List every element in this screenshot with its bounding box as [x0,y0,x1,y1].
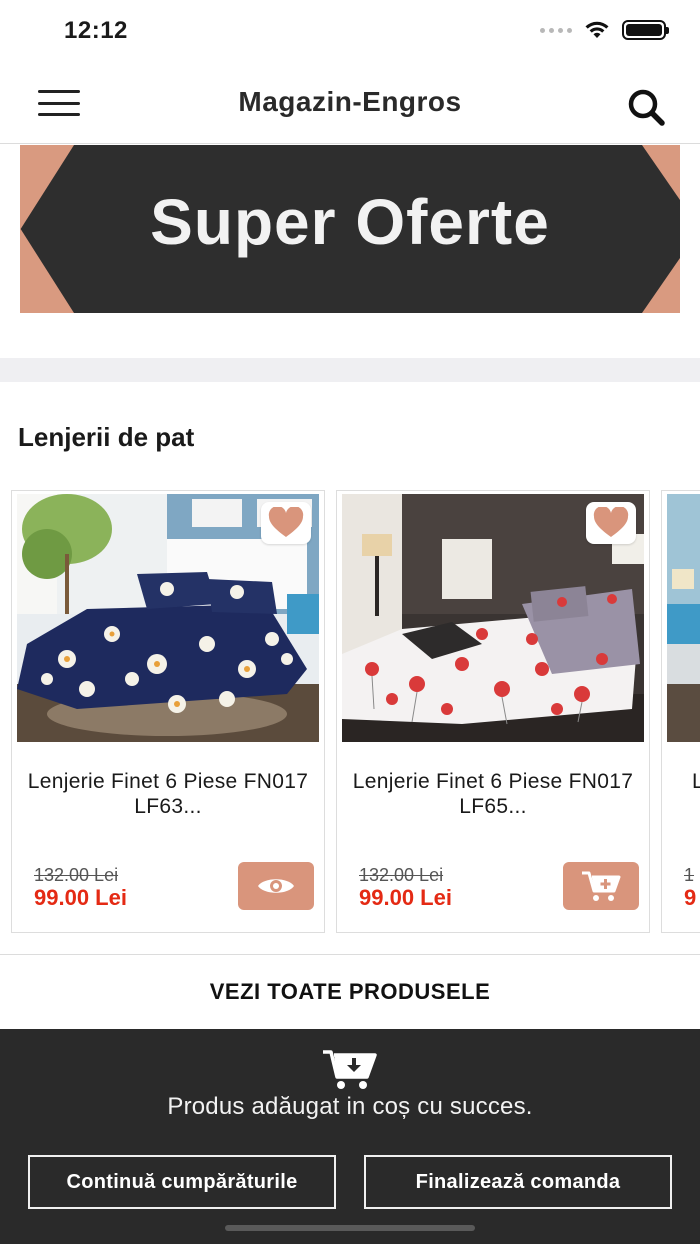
banner-text: Super Oferte [150,186,550,258]
status-time: 12:12 [64,17,128,44]
product-old-price: 1 [684,865,695,885]
status-icons [540,20,669,40]
product-image[interactable] [17,494,319,742]
cart-download-icon [323,1050,377,1089]
section-title: Lenjerii de pat [18,422,195,452]
eye-icon [258,879,294,893]
product-name[interactable]: L [692,769,700,794]
product-card[interactable]: Lenjerie Finet 6 Piese FN017 LF65... 132… [336,490,650,933]
app-header: Magazin-Engros [0,64,700,144]
add-to-cart-button[interactable] [563,862,639,910]
view-product-button[interactable] [238,862,314,910]
home-indicator[interactable] [225,1225,475,1231]
product-sale-price: 9 [684,885,697,910]
heart-icon [268,507,304,537]
product-card[interactable]: L 1 9 [661,490,700,933]
product-carousel[interactable]: Lenjerie Finet 6 Piese FN017 LF63... 132… [0,490,700,934]
status-bar: 12:12 [0,0,700,64]
favorite-button[interactable] [586,502,636,544]
product-card[interactable]: Lenjerie Finet 6 Piese FN017 LF63... 132… [11,490,325,933]
product-name[interactable]: Lenjerie Finet 6 Piese FN017 LF63... [26,769,310,819]
continue-shopping-button[interactable]: Continuă cumpărăturile [28,1155,336,1209]
product-image[interactable] [667,494,700,742]
product-old-price: 132.00 Lei [359,865,444,885]
added-to-cart-toast: Produs adăugat in coș cu succes. Continu… [0,1029,700,1244]
product-sale-price: 99.00 Lei [34,885,127,910]
cart-add-icon [582,871,621,901]
section-divider [0,358,700,382]
product-name[interactable]: Lenjerie Finet 6 Piese FN017 LF65... [351,769,635,819]
favorite-button[interactable] [261,502,311,544]
app-title: Magazin-Engros [238,86,462,117]
see-all-products-button[interactable]: VEZI TOATE PRODUSELE [0,954,700,1028]
heart-icon [593,507,629,537]
search-icon[interactable] [624,86,668,130]
wifi-icon [585,21,609,38]
promo-banner[interactable]: Super Oferte [20,145,680,313]
product-sale-price: 99.00 Lei [359,885,452,910]
checkout-button[interactable]: Finalizează comanda [364,1155,672,1209]
bedding-photo-partial [667,494,700,742]
banner-corner-decoration [642,258,680,313]
product-old-price: 132.00 Lei [34,865,119,885]
product-image[interactable] [342,494,644,742]
battery-icon [622,20,669,40]
toast-message: Produs adăugat in coș cu succes. [167,1093,533,1120]
cellular-signal-icon [540,27,572,33]
